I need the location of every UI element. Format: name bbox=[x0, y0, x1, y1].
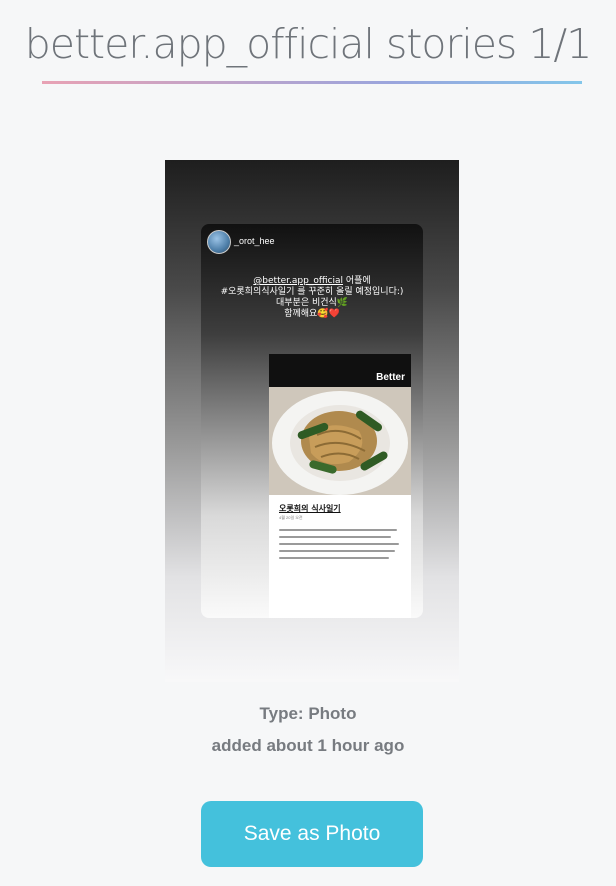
avatar bbox=[207, 230, 231, 254]
post-date: 4월 20일 오전 bbox=[279, 515, 303, 520]
caption-line-2: #오롯희의식사일기 를 꾸준히 올릴 예정입니다:) bbox=[220, 287, 404, 297]
story-added-time: added about 1 hour ago bbox=[211, 736, 405, 755]
story-caption: @better.app_official 어플에 #오롯희의식사일기 를 꾸준히… bbox=[201, 276, 423, 320]
caption-line-4: 함께해요🥰❤️ bbox=[284, 309, 340, 319]
save-as-photo-button[interactable]: Save as Photo bbox=[201, 801, 423, 867]
post-body bbox=[279, 529, 401, 564]
food-photo bbox=[269, 387, 411, 495]
post-title: 오롯희의 식사일기 bbox=[279, 504, 341, 513]
caption-line-3: 대부분은 비건식🌿 bbox=[275, 298, 349, 308]
brand-logo: Better bbox=[376, 372, 405, 383]
story-preview: _orot_hee @better.app_official 어플에 #오롯희의… bbox=[165, 160, 459, 682]
story-username: _orot_hee bbox=[234, 236, 275, 246]
title-underline bbox=[42, 81, 582, 84]
story-card: _orot_hee @better.app_official 어플에 #오롯희의… bbox=[201, 224, 423, 618]
post-header: Better bbox=[269, 354, 411, 387]
story-type: Type: Photo bbox=[259, 704, 357, 723]
page-title: better.app_official stories 1/1 bbox=[24, 20, 593, 68]
mention-link: @better.app_official bbox=[253, 276, 343, 286]
shared-post: Better 오롯희의 식사일기 4월 20일 오전 bbox=[269, 354, 411, 618]
